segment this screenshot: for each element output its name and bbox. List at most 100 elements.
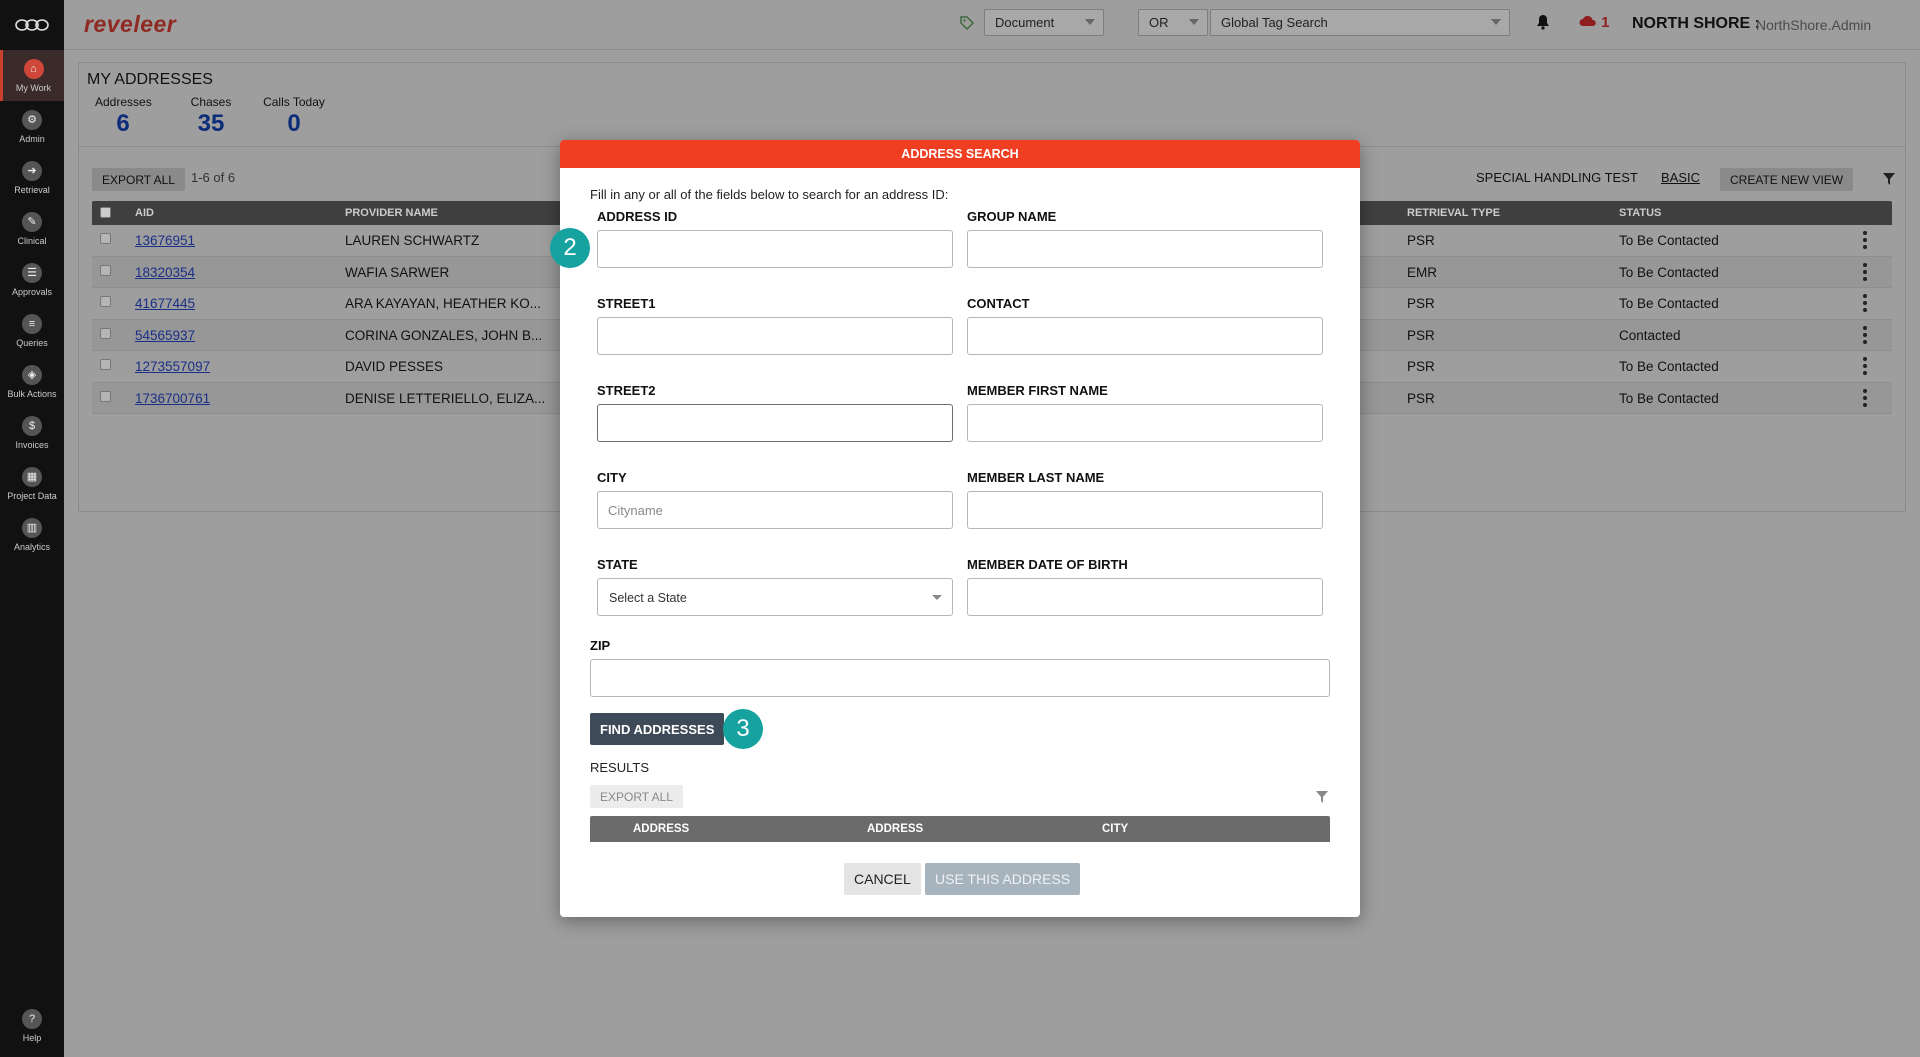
home-icon: ⌂ [23, 58, 44, 79]
create-new-view-button[interactable]: CREATE NEW VIEW [1720, 168, 1854, 191]
row-menu-icon[interactable] [1863, 294, 1867, 315]
find-addresses-button[interactable]: FIND ADDRESSES [590, 713, 725, 745]
sidebar-item-invoices[interactable]: $ Invoices [0, 407, 64, 458]
retrieval-type: PSR [1407, 233, 1435, 248]
sidebar-item-label: Clinical [17, 235, 47, 246]
use-this-address-button[interactable]: USE THIS ADDRESS [925, 863, 1081, 895]
bell-icon[interactable] [1536, 14, 1550, 35]
status: To Be Contacted [1619, 233, 1719, 248]
document-type-select[interactable]: Document [984, 9, 1104, 36]
results-filter-icon[interactable] [1316, 790, 1328, 803]
cloud-notification-icon[interactable]: 1 [1579, 14, 1610, 31]
help-icon: ? [22, 1008, 42, 1029]
member-last-name-input[interactable] [967, 491, 1323, 529]
modal-intro: Fill in any or all of the fields below t… [590, 187, 949, 202]
retrieval-type: EMR [1407, 264, 1437, 280]
results-column-address-2[interactable]: ADDRESS [867, 823, 923, 835]
sidebar-item-bulk-actions[interactable]: ◈ Bulk Actions [0, 356, 64, 407]
status: To Be Contacted [1619, 296, 1719, 311]
results-table-header: ADDRESS ADDRESS CITY [590, 816, 1330, 842]
sidebar-item-label: Retrieval [14, 184, 50, 195]
retrieval-type: PSR [1407, 390, 1435, 406]
sidebar-item-retrieval[interactable]: ➜ Retrieval [0, 152, 64, 203]
analytics-icon: ▥ [22, 517, 42, 538]
status: To Be Contacted [1619, 264, 1719, 280]
notification-count: 1 [1601, 14, 1610, 31]
brand-logo[interactable]: reveleer [84, 11, 176, 38]
cancel-button[interactable]: CANCEL [844, 863, 921, 895]
retrieval-type: PSR [1407, 359, 1435, 374]
street2-input[interactable] [597, 404, 953, 442]
sidebar-item-project-data[interactable]: ▦ Project Data [0, 458, 64, 509]
logo-rings-icon [15, 19, 49, 31]
contact-label: CONTACT [967, 296, 1030, 311]
state-select[interactable]: Select a State [597, 578, 953, 616]
global-tag-search-select[interactable]: Global Tag Search [1210, 9, 1510, 36]
view-name[interactable]: SPECIAL HANDLING TEST [1476, 170, 1638, 185]
bulk-actions-icon: ◈ [22, 364, 42, 385]
zip-input[interactable] [590, 659, 1330, 697]
status: To Be Contacted [1619, 359, 1719, 374]
aid-link[interactable]: 41677445 [135, 296, 195, 311]
sidebar-item-my-work[interactable]: ⌂ My Work [0, 50, 64, 101]
results-export-all-button[interactable]: EXPORT ALL [590, 785, 683, 808]
admin-icon: ⚙ [22, 109, 42, 130]
aid-link[interactable]: 1736700761 [135, 391, 210, 406]
group-name-input[interactable] [967, 230, 1323, 268]
column-header-aid[interactable]: AID [135, 207, 154, 219]
queries-icon: ≡ [22, 313, 42, 334]
aid-link[interactable]: 54565937 [135, 328, 195, 343]
operator-value: OR [1149, 15, 1169, 30]
basic-view-link[interactable]: BASIC [1661, 170, 1700, 185]
aid-link[interactable]: 18320354 [135, 265, 195, 280]
group-name-label: GROUP NAME [967, 209, 1057, 224]
row-menu-icon[interactable] [1863, 357, 1867, 378]
provider-name: ARA KAYAYAN, HEATHER KO... [345, 296, 542, 311]
row-menu-icon[interactable] [1863, 262, 1867, 284]
column-header-provider[interactable]: PROVIDER NAME [345, 207, 438, 219]
row-checkbox[interactable] [100, 390, 111, 402]
sidebar-item-admin[interactable]: ⚙ Admin [0, 101, 64, 152]
row-checkbox[interactable] [100, 264, 111, 276]
retrieval-icon: ➜ [22, 160, 42, 181]
row-menu-icon[interactable] [1863, 231, 1867, 252]
stat-label: Calls Today [263, 95, 325, 109]
member-first-name-input[interactable] [967, 404, 1323, 442]
sidebar-item-help[interactable]: ? Help [0, 1000, 64, 1051]
sidebar-item-approvals[interactable]: ☰ Approvals [0, 254, 64, 305]
column-header-retrieval-type[interactable]: RETRIEVAL TYPE [1407, 207, 1500, 219]
row-checkbox[interactable] [100, 359, 111, 370]
row-menu-icon[interactable] [1863, 325, 1867, 347]
operator-select[interactable]: OR [1138, 9, 1208, 36]
chevron-down-icon [1085, 19, 1095, 25]
sidebar-item-clinical[interactable]: ✎ Clinical [0, 203, 64, 254]
street1-input[interactable] [597, 317, 953, 355]
state-select-value: Select a State [609, 591, 687, 605]
member-dob-input[interactable] [967, 578, 1323, 616]
aid-link[interactable]: 1273557097 [135, 359, 210, 374]
row-menu-icon[interactable] [1863, 388, 1867, 410]
sidebar-item-label: My Work [15, 82, 52, 93]
row-checkbox[interactable] [100, 327, 111, 339]
sidebar-item-queries[interactable]: ≡ Queries [0, 305, 64, 356]
select-all-checkbox[interactable] [100, 207, 111, 218]
provider-name: DENISE LETTERIELLO, ELIZA... [345, 390, 546, 406]
sidebar-item-analytics[interactable]: ▥ Analytics [0, 509, 64, 560]
column-header-status[interactable]: STATUS [1619, 207, 1661, 219]
results-column-city[interactable]: CITY [1102, 823, 1128, 835]
contact-input[interactable] [967, 317, 1323, 355]
app-logo-icon[interactable] [0, 0, 64, 50]
row-checkbox[interactable] [100, 296, 111, 307]
row-checkbox[interactable] [100, 233, 111, 244]
city-label: CITY [597, 470, 627, 485]
address-id-input[interactable] [597, 230, 953, 268]
step-badge: 2 [550, 228, 590, 268]
page-title: MY ADDRESSES [87, 71, 213, 88]
results-column-address[interactable]: ADDRESS [633, 823, 689, 835]
export-all-button[interactable]: EXPORT ALL [92, 168, 185, 191]
global-tag-search-value: Global Tag Search [1221, 15, 1328, 30]
aid-link[interactable]: 13676951 [135, 233, 195, 248]
user-name[interactable]: NorthShore.Admin [1756, 17, 1871, 33]
filter-icon[interactable] [1883, 172, 1895, 185]
city-input[interactable] [597, 491, 953, 529]
